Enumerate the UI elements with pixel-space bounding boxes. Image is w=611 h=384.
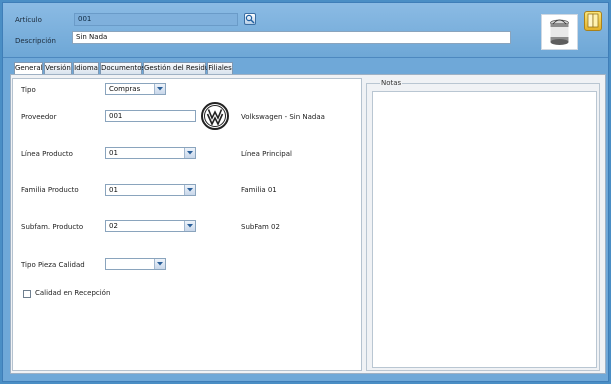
linea-producto-label: Línea Producto	[21, 150, 73, 158]
product-image	[541, 14, 578, 50]
subfam-producto-description: SubFam 02	[241, 223, 280, 231]
familia-producto-select[interactable]: 01	[105, 184, 196, 196]
linea-producto-value: 01	[109, 149, 118, 157]
descripcion-label: Descripción	[15, 37, 56, 45]
volkswagen-logo-icon	[201, 102, 229, 130]
familia-producto-description: Familia 01	[241, 186, 277, 194]
tab-idioma[interactable]: Idioma	[73, 62, 99, 74]
articulo-field[interactable]: 001	[74, 13, 238, 26]
chevron-down-icon	[157, 262, 163, 266]
chevron-down-icon	[187, 188, 193, 192]
calidad-recepcion-checkbox[interactable]	[23, 290, 31, 298]
articulo-label: Artículo	[15, 16, 42, 24]
help-button[interactable]	[584, 11, 602, 31]
magnifier-icon	[245, 14, 255, 24]
chevron-down-icon	[187, 151, 193, 155]
tipo-pieza-calidad-dropdown-button[interactable]	[154, 259, 165, 269]
chevron-down-icon	[187, 224, 193, 228]
linea-producto-description: Línea Principal	[241, 150, 292, 158]
linea-producto-select[interactable]: 01	[105, 147, 196, 159]
familia-producto-dropdown-button[interactable]	[184, 185, 195, 195]
chevron-down-icon	[157, 87, 163, 91]
tipo-label: Tipo	[21, 86, 36, 94]
calidad-recepcion-label: Calidad en Recepción	[35, 289, 111, 297]
familia-producto-label: Familia Producto	[21, 186, 79, 194]
tipo-pieza-calidad-label: Tipo Pieza Calidad	[21, 261, 85, 269]
proveedor-label: Proveedor	[21, 113, 57, 121]
tab-documentos[interactable]: Documentos	[100, 62, 145, 74]
tab-version[interactable]: Versión	[44, 62, 72, 74]
linea-producto-dropdown-button[interactable]	[184, 148, 195, 158]
descripcion-field[interactable]: Sin Nada	[72, 31, 511, 44]
paint-can-icon	[550, 19, 569, 45]
proveedor-description: Volkswagen - Sin Nadaa	[241, 113, 325, 121]
subfam-producto-select[interactable]: 02	[105, 220, 196, 232]
tipo-dropdown-button[interactable]	[154, 84, 165, 94]
familia-producto-value: 01	[109, 186, 118, 194]
subfam-producto-label: Subfam. Producto	[21, 223, 84, 231]
proveedor-field[interactable]: 001	[105, 110, 196, 122]
tab-filiales[interactable]: Filiales	[207, 62, 233, 74]
subfam-producto-dropdown-button[interactable]	[184, 221, 195, 231]
tipo-select-value: Compras	[109, 85, 141, 93]
tab-gestion-residuo[interactable]: Gestión del Residuo	[143, 62, 214, 74]
tipo-select[interactable]: Compras	[105, 83, 166, 95]
book-icon	[587, 13, 599, 28]
notes-textarea[interactable]	[372, 91, 597, 368]
supplier-logo	[201, 102, 229, 130]
subfam-producto-value: 02	[109, 222, 118, 230]
notes-legend: Notas	[380, 79, 403, 87]
articulo-search-button[interactable]	[244, 13, 256, 25]
tipo-pieza-calidad-select[interactable]	[105, 258, 166, 270]
